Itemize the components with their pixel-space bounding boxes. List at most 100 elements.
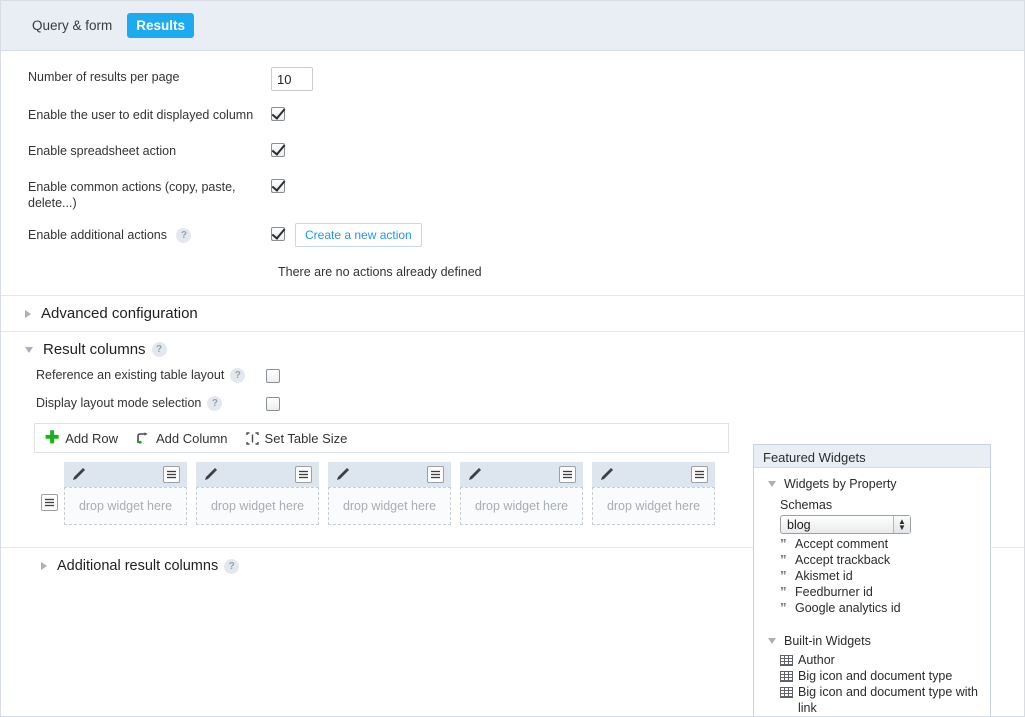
- help-icon-additional-actions[interactable]: ?: [176, 228, 192, 244]
- row-reference-table-layout: Reference an existing table layout ?: [1, 367, 1024, 383]
- row-hamburger-icon[interactable]: [40, 494, 58, 511]
- stepper-arrows-icon: ▲ ▼: [893, 516, 910, 533]
- column-header: [64, 462, 187, 487]
- column-hamburger-icon[interactable]: [163, 466, 180, 483]
- featured-widgets-panel: Featured Widgets Widgets by Property Sch…: [753, 444, 991, 716]
- add-column-label: Add Column: [156, 430, 228, 446]
- list-item[interactable]: ” Accept trackback: [780, 552, 990, 568]
- chevron-down-icon: [768, 481, 776, 487]
- chevron-down-icon: [768, 638, 776, 644]
- tab-bar: Query & form Results: [1, 1, 1024, 51]
- list-item-label: Google analytics id: [795, 601, 901, 615]
- builder-grid: drop widget here drop widget here drop w…: [34, 462, 729, 525]
- column-header: [592, 462, 715, 487]
- list-item[interactable]: Author: [780, 652, 990, 668]
- label-reference-table-layout: Reference an existing table layout ?: [36, 367, 266, 383]
- list-item[interactable]: ” Akismet id: [780, 568, 990, 584]
- pencil-icon[interactable]: [203, 467, 218, 482]
- form-row-spreadsheet-action: Enable spreadsheet action: [1, 141, 1024, 163]
- results-per-page-input[interactable]: [271, 67, 313, 91]
- label-edit-displayed-column: Enable the user to edit displayed column: [28, 108, 254, 122]
- checkbox-additional-actions[interactable]: [271, 227, 285, 241]
- table-grid-icon: [780, 687, 793, 698]
- table-grid-icon: [780, 671, 793, 682]
- results-configuration-page: Query & form Results Number of results p…: [0, 0, 1025, 717]
- label-results-per-page: Number of results per page: [28, 70, 180, 84]
- list-item-label: Big icon and document type with link: [798, 685, 978, 715]
- help-icon-display-layout-mode[interactable]: ?: [207, 395, 223, 411]
- chevron-down-icon: [25, 346, 33, 353]
- row-handle-column: [34, 462, 64, 525]
- list-item[interactable]: ” Google analytics id: [780, 600, 990, 616]
- label-additional-actions: Enable additional actions ?: [28, 225, 271, 244]
- help-icon-additional-result-columns[interactable]: ?: [224, 558, 240, 574]
- widgets-tree: Widgets by Property Schemas blog ▲ ▼ ” A…: [754, 468, 990, 716]
- drop-widget-zone[interactable]: drop widget here: [592, 487, 715, 525]
- help-icon-result-columns[interactable]: ?: [151, 342, 167, 357]
- list-item-label: Accept comment: [795, 537, 889, 551]
- set-table-size-label: Set Table Size: [264, 430, 348, 446]
- column-hamburger-icon[interactable]: [427, 466, 444, 483]
- column-header: [196, 462, 319, 487]
- control-edit-displayed-column: [271, 105, 285, 121]
- schema-select[interactable]: blog ▲ ▼: [780, 515, 911, 534]
- label-spreadsheet-action: Enable spreadsheet action: [28, 144, 177, 158]
- tab-query-and-form[interactable]: Query & form: [23, 13, 121, 38]
- list-item-label: Akismet id: [795, 569, 853, 583]
- table-grid-icon: [780, 655, 793, 666]
- tree-group-widgets-by-property[interactable]: Widgets by Property: [754, 475, 990, 493]
- column-hamburger-icon[interactable]: [295, 466, 312, 483]
- list-item-label: Author: [798, 653, 835, 667]
- quote-icon: ”: [780, 552, 787, 567]
- quote-icon: ”: [780, 536, 787, 551]
- add-row-button[interactable]: ✚ Add Row: [45, 429, 118, 446]
- create-new-action-button[interactable]: Create a new action: [295, 223, 422, 247]
- schema-select-value: blog: [787, 517, 811, 532]
- help-icon-reference-table-layout[interactable]: ?: [230, 367, 246, 383]
- featured-widgets-title: Featured Widgets: [754, 445, 990, 468]
- builder-column: drop widget here: [460, 462, 583, 525]
- pencil-icon[interactable]: [335, 467, 350, 482]
- builder-columns: drop widget here drop widget here drop w…: [64, 462, 715, 525]
- drop-widget-zone[interactable]: drop widget here: [64, 487, 187, 525]
- column-header: [460, 462, 583, 487]
- form-row-edit-displayed-column: Enable the user to edit displayed column: [1, 105, 1024, 127]
- drop-widget-zone[interactable]: drop widget here: [196, 487, 319, 525]
- pencil-icon[interactable]: [71, 467, 86, 482]
- list-item[interactable]: ” Feedburner id: [780, 584, 990, 600]
- list-item-label: Big icon and document type: [798, 669, 953, 683]
- add-column-button[interactable]: Add Column: [136, 431, 228, 446]
- pencil-icon[interactable]: [599, 467, 614, 482]
- set-table-size-button[interactable]: Set Table Size: [245, 430, 348, 446]
- section-result-columns[interactable]: Result columns ?: [1, 331, 1024, 367]
- schemas-label: Schemas: [780, 498, 833, 512]
- list-item[interactable]: Big icon and document type with link: [780, 684, 990, 716]
- section-advanced-configuration[interactable]: Advanced configuration: [1, 295, 1024, 331]
- control-results-per-page: [271, 67, 313, 91]
- list-item[interactable]: ” Accept comment: [780, 536, 990, 552]
- drop-widget-zone[interactable]: drop widget here: [328, 487, 451, 525]
- builder-toolbar: ✚ Add Row Add Column Set Table Size: [34, 423, 729, 453]
- control-common-actions: [271, 177, 285, 193]
- stepper-down-icon: ▼: [898, 522, 906, 532]
- checkbox-display-layout-mode[interactable]: [266, 397, 280, 411]
- checkbox-spreadsheet-action[interactable]: [271, 143, 285, 157]
- row-display-layout-mode: Display layout mode selection ?: [1, 395, 1024, 411]
- drop-widget-zone[interactable]: drop widget here: [460, 487, 583, 525]
- pencil-icon[interactable]: [467, 467, 482, 482]
- checkbox-common-actions[interactable]: [271, 179, 285, 193]
- form-row-common-actions: Enable common actions (copy, paste, dele…: [1, 177, 1024, 211]
- tab-results[interactable]: Results: [127, 13, 195, 38]
- column-hamburger-icon[interactable]: [559, 466, 576, 483]
- list-item-label: Feedburner id: [795, 585, 873, 599]
- label-reference-table-layout-text: Reference an existing table layout: [36, 368, 225, 382]
- checkbox-reference-table-layout[interactable]: [266, 369, 280, 383]
- list-item[interactable]: Big icon and document type: [780, 668, 990, 684]
- label-additional-actions-text: Enable additional actions: [28, 228, 167, 242]
- checkbox-edit-displayed-column[interactable]: [271, 107, 285, 121]
- label-display-layout-mode: Display layout mode selection ?: [36, 395, 266, 411]
- chevron-right-icon: [25, 309, 31, 318]
- column-hamburger-icon[interactable]: [691, 466, 708, 483]
- column-header: [328, 462, 451, 487]
- tree-group-built-in-widgets[interactable]: Built-in Widgets: [754, 632, 990, 650]
